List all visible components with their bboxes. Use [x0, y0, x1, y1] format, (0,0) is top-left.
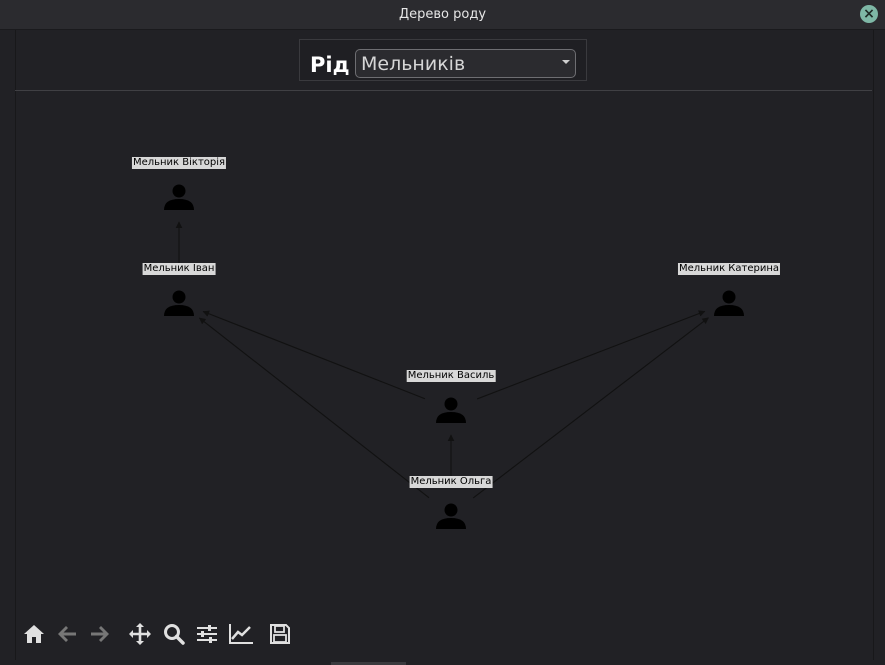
edit-axis-icon	[229, 624, 253, 644]
pan-button[interactable]	[126, 619, 154, 649]
edge-vasyl-to-ivan	[202, 310, 426, 400]
home-icon	[24, 625, 44, 643]
node-label: Мельник Іван	[142, 263, 216, 275]
home-button[interactable]	[20, 619, 48, 649]
back-arrow-icon	[58, 626, 76, 642]
zoom-icon	[164, 624, 185, 645]
person-icon[interactable]	[436, 397, 466, 424]
back-button[interactable]	[53, 619, 81, 649]
zoom-button[interactable]	[160, 619, 188, 649]
node-label: Мельник Ольга	[409, 476, 493, 488]
forward-arrow-icon	[91, 626, 109, 642]
person-icon[interactable]	[164, 184, 194, 211]
person-icon[interactable]	[164, 290, 194, 317]
person-icon[interactable]	[714, 290, 744, 317]
node-label: Мельник Вікторія	[131, 157, 227, 169]
configure-subplots-button[interactable]	[193, 619, 221, 649]
family-tree-graph[interactable]	[0, 0, 885, 665]
edge-olha-to-ivan	[198, 317, 430, 499]
person-icon[interactable]	[436, 503, 466, 530]
configure-subplots-icon	[197, 625, 217, 643]
forward-button[interactable]	[86, 619, 114, 649]
save-button[interactable]	[266, 619, 294, 649]
pan-icon	[129, 623, 151, 645]
node-label: Мельник Катерина	[677, 263, 781, 275]
node-label: Мельник Василь	[406, 370, 496, 382]
edge-vasyl-to-kateryna	[476, 310, 706, 400]
save-icon	[270, 624, 290, 644]
edit-axis-button[interactable]	[226, 619, 254, 649]
edge-olha-to-kateryna	[472, 317, 709, 499]
